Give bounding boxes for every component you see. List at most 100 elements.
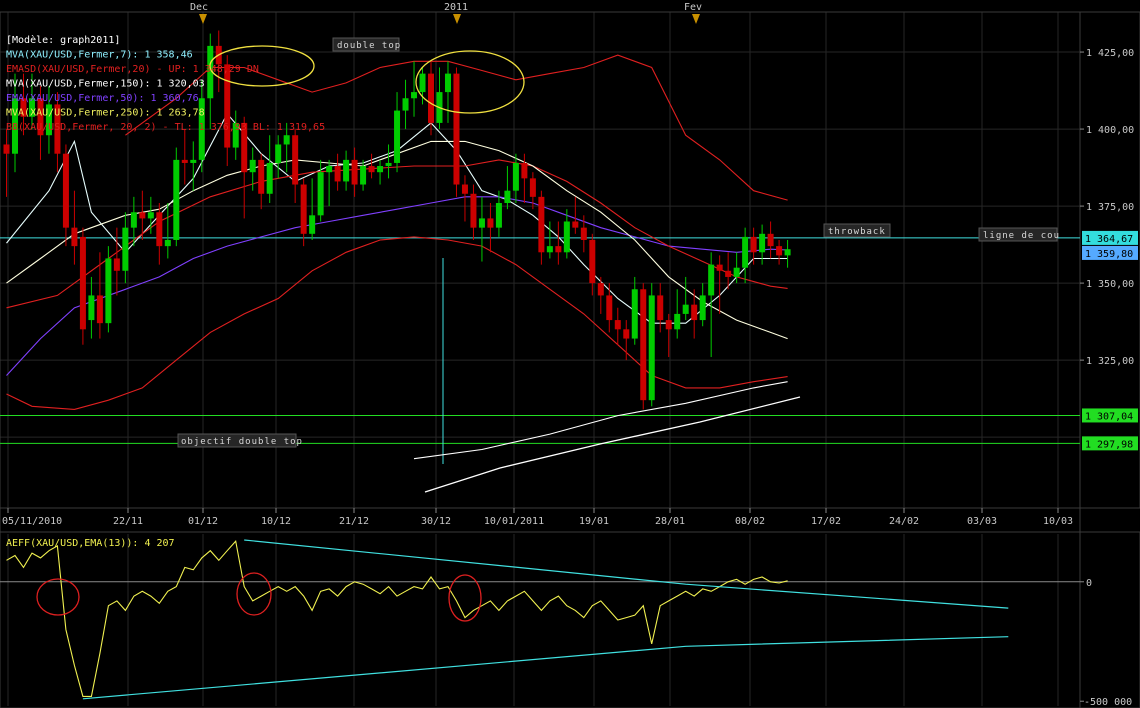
candle[interactable] (411, 61, 418, 117)
candle-body (224, 64, 231, 148)
candle[interactable] (538, 190, 545, 265)
candle[interactable] (444, 61, 451, 123)
candle[interactable] (181, 129, 188, 185)
candle-body (88, 295, 95, 321)
candle-body (708, 264, 715, 296)
candle-body (495, 203, 502, 228)
candle[interactable] (402, 79, 409, 130)
candle[interactable] (258, 153, 265, 210)
candle[interactable] (699, 283, 706, 327)
candle[interactable] (750, 227, 757, 265)
date-tick-label: 10/03 (1043, 516, 1073, 527)
candle[interactable] (309, 178, 316, 240)
candle-body (665, 320, 672, 330)
candle[interactable] (674, 289, 681, 339)
candle[interactable] (385, 144, 392, 179)
osc-circle-1 (36, 578, 80, 616)
candle[interactable] (96, 252, 103, 339)
candle[interactable] (300, 178, 307, 247)
candle[interactable] (79, 227, 86, 345)
legend-line-3: MVA(XAU/USD,Fermer,150): 1 320,03 (6, 79, 205, 90)
candle[interactable] (640, 283, 647, 410)
candle[interactable] (742, 227, 749, 284)
price-tags: 1 364,67 1 359,80 1 307,04 1 297,98 (1082, 230, 1138, 451)
candle[interactable] (436, 67, 443, 130)
price-tick-label: 1 325,00 (1086, 356, 1134, 367)
date-tick-label: 17/02 (811, 516, 841, 527)
candle[interactable] (461, 175, 468, 222)
candle[interactable] (207, 33, 214, 130)
candle[interactable] (360, 159, 367, 191)
candle[interactable] (377, 159, 384, 185)
candle[interactable] (215, 30, 222, 93)
candle[interactable] (631, 276, 638, 345)
candle[interactable] (784, 239, 791, 268)
candle[interactable] (326, 159, 333, 207)
candle-body (512, 162, 519, 191)
marker-triangle-fev (692, 14, 700, 24)
candle[interactable] (597, 276, 604, 314)
candle[interactable] (71, 190, 78, 265)
candle[interactable] (394, 92, 401, 173)
candle[interactable] (156, 203, 163, 265)
marker-triangle-2011 (453, 14, 461, 24)
date-tick-label: 10/12 (261, 516, 291, 527)
candle-body (139, 212, 146, 219)
candle[interactable] (546, 221, 553, 259)
candle-body (360, 166, 367, 185)
candle[interactable] (173, 147, 180, 247)
oscillator-series (6, 539, 1009, 700)
candle-body (682, 304, 689, 314)
candle[interactable] (122, 212, 129, 284)
candle[interactable] (606, 283, 613, 333)
support-trendline (424, 396, 801, 493)
candle[interactable] (657, 283, 664, 333)
candle[interactable] (232, 110, 239, 160)
candle[interactable] (292, 129, 299, 204)
candle[interactable] (164, 203, 171, 259)
candle-body (190, 159, 197, 163)
objective-label: objectif double top (181, 437, 303, 447)
oscillator-label: AEFF(XAU/USD,EMA(13)): 4 207 (6, 538, 175, 549)
candle[interactable] (147, 196, 154, 234)
candle[interactable] (665, 313, 672, 358)
candle[interactable] (266, 135, 273, 204)
date-tick-label: 05/11/2010 (2, 516, 62, 527)
candle-body (529, 178, 536, 197)
candle[interactable] (62, 144, 69, 247)
candle-body (546, 246, 553, 253)
candle[interactable] (453, 67, 460, 197)
candle-body (487, 218, 494, 228)
candle-body (470, 193, 477, 228)
candle-body (300, 184, 307, 234)
candle[interactable] (343, 150, 350, 191)
candle[interactable] (487, 203, 494, 253)
candle[interactable] (3, 129, 10, 197)
candle[interactable] (105, 246, 112, 333)
candle-body (173, 159, 180, 240)
candle-body (657, 295, 664, 321)
candle[interactable] (504, 166, 511, 210)
date-tick-label: 21/12 (339, 516, 369, 527)
candle-body (691, 304, 698, 321)
price-axis-frame (1079, 11, 1140, 509)
candle[interactable] (614, 307, 621, 345)
candle[interactable] (470, 184, 477, 240)
candle-body (258, 159, 265, 194)
candle[interactable] (648, 283, 655, 407)
price-tag-label: 1 307,04 (1085, 411, 1133, 422)
candle[interactable] (351, 147, 358, 197)
candle[interactable] (776, 239, 783, 265)
candle[interactable] (767, 221, 774, 259)
price-tag-label: 1 359,80 (1085, 249, 1133, 260)
candle[interactable] (716, 255, 723, 314)
candle[interactable] (555, 221, 562, 265)
candle[interactable] (334, 153, 341, 191)
candle[interactable] (88, 276, 95, 339)
candle-body (62, 153, 69, 228)
oscillator-axis: 0 -500 000 (1080, 578, 1132, 708)
candle[interactable] (190, 141, 197, 191)
candle[interactable] (368, 153, 375, 179)
osc-tick-label: -500 000 (1084, 697, 1132, 708)
candle[interactable] (572, 196, 579, 234)
